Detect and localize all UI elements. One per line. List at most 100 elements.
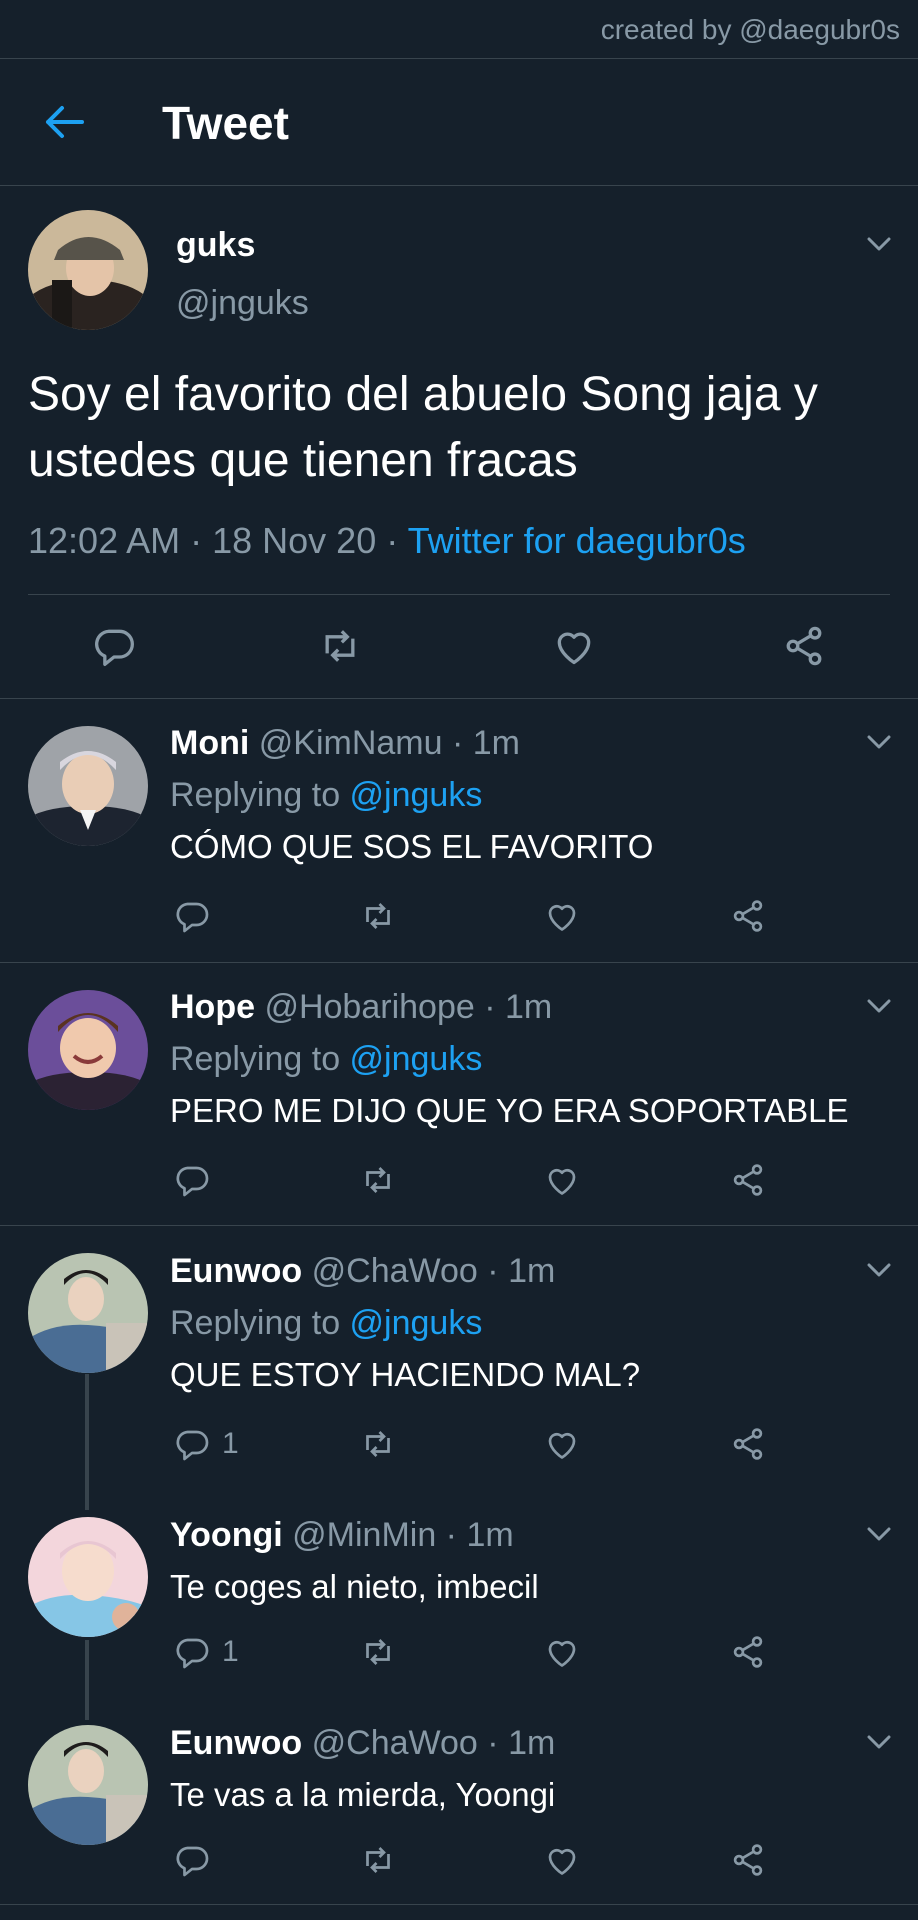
avatar[interactable] <box>28 210 148 330</box>
more-options-button[interactable] <box>866 1525 892 1543</box>
reply-button[interactable]: 1 <box>174 1634 239 1670</box>
like-button[interactable] <box>552 624 596 668</box>
more-options-button[interactable] <box>866 235 892 253</box>
share-button[interactable] <box>730 1634 766 1670</box>
share-icon <box>730 1842 766 1878</box>
replying-to-link[interactable]: @jnguks <box>350 776 483 814</box>
heart-icon <box>544 898 580 934</box>
replying-prefix: Replying to <box>170 776 350 814</box>
meta-separator: · <box>477 1252 509 1290</box>
reply-button[interactable] <box>174 1842 222 1878</box>
author-name[interactable]: guks <box>176 226 255 265</box>
author-name[interactable]: Yoongi <box>170 1516 283 1554</box>
reply-button[interactable] <box>174 898 222 934</box>
share-icon <box>730 1162 766 1198</box>
more-options-button[interactable] <box>866 733 892 751</box>
reply-time: 1m <box>466 1516 514 1554</box>
replying-to: Replying to @jnguks <box>170 1040 482 1079</box>
reply-count: 1 <box>222 1635 239 1668</box>
chevron-down-icon <box>866 1733 892 1751</box>
tweet-date: 18 Nov 20 <box>212 520 377 561</box>
retweet-icon <box>318 624 362 668</box>
tweet-text: Soy el favorito del abuelo Song jaja y u… <box>28 368 818 487</box>
author-handle[interactable]: @Hobarihope <box>264 988 474 1026</box>
author-handle[interactable]: @ChaWoo <box>312 1724 478 1762</box>
replying-to-link[interactable]: @jnguks <box>350 1304 483 1342</box>
share-icon <box>730 1634 766 1670</box>
retweet-icon <box>360 1162 396 1198</box>
divider <box>0 185 918 186</box>
chevron-down-icon <box>866 1525 892 1543</box>
retweet-button[interactable] <box>318 624 362 668</box>
chevron-down-icon <box>866 235 892 253</box>
like-button[interactable] <box>544 898 580 934</box>
retweet-button[interactable] <box>360 1162 396 1198</box>
share-button[interactable] <box>730 1162 766 1198</box>
avatar[interactable] <box>28 726 148 846</box>
heart-icon <box>544 1634 580 1670</box>
tweet-source-link[interactable]: Twitter for daegubr0s <box>408 520 746 561</box>
retweet-button[interactable] <box>360 898 396 934</box>
replying-to-link[interactable]: @jnguks <box>350 1040 483 1078</box>
comment-icon <box>92 624 136 668</box>
chevron-down-icon <box>866 1261 892 1279</box>
retweet-button[interactable] <box>360 1842 396 1878</box>
reply-time: 1m <box>508 1724 556 1762</box>
share-button[interactable] <box>782 624 826 668</box>
like-button[interactable] <box>544 1634 580 1670</box>
avatar[interactable] <box>28 1725 148 1845</box>
retweet-button[interactable] <box>360 1426 396 1462</box>
retweet-button[interactable] <box>360 1634 396 1670</box>
reply-button[interactable] <box>92 624 136 668</box>
meta-separator: · <box>376 520 408 561</box>
divider <box>0 1904 918 1905</box>
reply-header: Hope @Hobarihope · 1m <box>170 988 552 1027</box>
back-button[interactable] <box>40 102 88 142</box>
share-icon <box>782 624 826 668</box>
share-button[interactable] <box>730 898 766 934</box>
reply-text: Te vas a la mierda, Yoongi <box>170 1776 556 1813</box>
share-icon <box>730 1426 766 1462</box>
meta-separator: · <box>442 724 473 762</box>
share-button[interactable] <box>730 1426 766 1462</box>
author-name[interactable]: Hope <box>170 988 255 1026</box>
reply-button[interactable] <box>174 1162 222 1198</box>
more-options-button[interactable] <box>866 1733 892 1751</box>
divider <box>0 698 918 699</box>
author-handle[interactable]: @KimNamu <box>259 724 443 762</box>
author-handle[interactable]: @MinMin <box>292 1516 436 1554</box>
replying-to: Replying to @jnguks <box>170 776 482 815</box>
replying-to: Replying to @jnguks <box>170 1304 482 1343</box>
replying-prefix: Replying to <box>170 1304 350 1342</box>
more-options-button[interactable] <box>866 1261 892 1279</box>
author-name[interactable]: Moni <box>170 724 249 762</box>
divider <box>28 594 890 595</box>
like-button[interactable] <box>544 1842 580 1878</box>
reply-button[interactable]: 1 <box>174 1426 239 1462</box>
author-name[interactable]: Eunwoo <box>170 1724 302 1762</box>
reply-header: Moni @KimNamu · 1m <box>170 724 520 763</box>
reply-time: 1m <box>504 988 553 1026</box>
replying-prefix: Replying to <box>170 1040 350 1078</box>
avatar[interactable] <box>28 1517 148 1637</box>
chevron-down-icon <box>866 997 892 1015</box>
like-button[interactable] <box>544 1162 580 1198</box>
page-title: Tweet <box>162 97 289 149</box>
tweet-meta: 12:02 AM · 18 Nov 20 · Twitter for daegu… <box>28 520 746 562</box>
comment-icon <box>174 1842 210 1878</box>
like-button[interactable] <box>544 1426 580 1462</box>
avatar[interactable] <box>28 1253 148 1373</box>
avatar[interactable] <box>28 990 148 1110</box>
reply-time: 1m <box>508 1252 556 1290</box>
author-name[interactable]: Eunwoo <box>170 1252 302 1290</box>
comment-icon <box>174 1634 210 1670</box>
comment-icon <box>174 898 210 934</box>
author-handle[interactable]: @jnguks <box>176 284 309 323</box>
more-options-button[interactable] <box>866 997 892 1015</box>
retweet-icon <box>360 1426 396 1462</box>
share-button[interactable] <box>730 1842 766 1878</box>
reply-time: 1m <box>472 724 520 762</box>
author-handle[interactable]: @ChaWoo <box>312 1252 478 1290</box>
divider <box>0 962 918 963</box>
retweet-icon <box>360 898 396 934</box>
